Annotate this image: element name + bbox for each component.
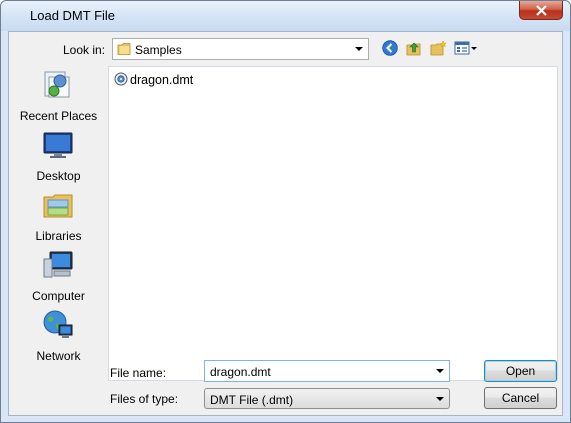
chevron-down-icon[interactable] <box>436 369 444 373</box>
file-type-value: DMT File (.dmt) <box>210 393 294 407</box>
computer-icon <box>43 251 73 278</box>
place-computer[interactable]: Computer <box>10 249 107 307</box>
close-button[interactable] <box>519 1 563 20</box>
open-button[interactable]: Open <box>484 360 557 382</box>
network-icon <box>43 310 73 338</box>
up-folder-icon[interactable] <box>406 40 422 56</box>
look-in-value: Samples <box>135 43 182 57</box>
dialog-window: Load DMT File Look in: Samples Recent Pl… <box>0 0 571 423</box>
file-type-dropdown[interactable]: DMT File (.dmt) <box>204 388 450 409</box>
chevron-down-icon[interactable] <box>436 397 444 401</box>
title-bar[interactable]: Load DMT File <box>1 1 570 31</box>
cancel-button[interactable]: Cancel <box>484 387 557 409</box>
new-folder-icon[interactable] <box>430 40 447 56</box>
place-label: Network <box>36 349 81 363</box>
place-label: Libraries <box>35 229 82 243</box>
desktop-icon <box>43 132 73 158</box>
place-libraries[interactable]: Libraries <box>10 189 107 247</box>
folder-icon <box>117 43 131 55</box>
libraries-icon <box>43 194 73 218</box>
file-name-value: dragon.dmt <box>210 365 271 379</box>
close-icon <box>536 5 547 16</box>
place-label: Desktop <box>36 169 81 183</box>
back-icon[interactable] <box>382 40 398 56</box>
place-label: Computer <box>32 289 85 303</box>
window-title: Load DMT File <box>30 8 116 23</box>
file-name-input[interactable]: dragon.dmt <box>204 360 450 382</box>
file-name: dragon.dmt <box>130 73 194 87</box>
place-network[interactable]: Network <box>10 309 107 367</box>
file-type-label: Files of type: <box>110 392 179 406</box>
file-name-label: File name: <box>110 366 167 380</box>
file-list[interactable]: dragon.dmt <box>108 66 558 381</box>
look-in-dropdown[interactable]: Samples <box>112 38 369 60</box>
place-recent-places[interactable]: Recent Places <box>10 69 107 127</box>
place-label: Recent Places <box>19 109 98 123</box>
view-menu-icon[interactable] <box>454 40 478 56</box>
recent-places-icon <box>44 71 70 98</box>
places-bar: Recent Places Desktop Libraries Computer… <box>10 65 107 381</box>
dialog-body: Look in: Samples Recent Places Desktop L… <box>8 31 563 416</box>
place-desktop[interactable]: Desktop <box>10 129 107 187</box>
dmt-file-icon <box>114 72 128 86</box>
chevron-down-icon[interactable] <box>355 47 363 51</box>
look-in-label: Look in: <box>63 43 106 57</box>
